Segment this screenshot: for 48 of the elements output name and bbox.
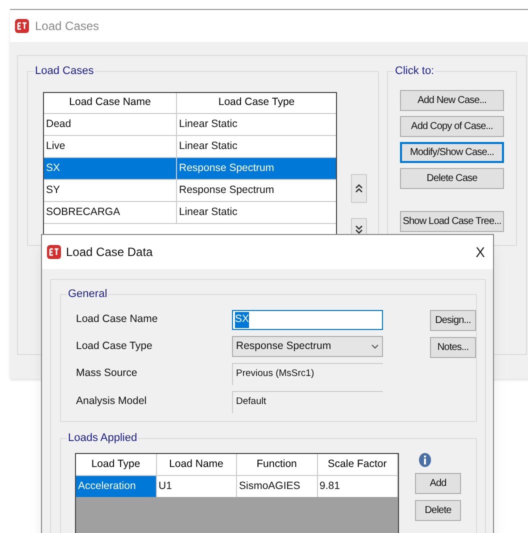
type-dropdown[interactable]: Response Spectrum bbox=[232, 336, 383, 357]
readonly-field: Previous (MsSrc1) bbox=[232, 363, 383, 385]
dialog-button[interactable]: Show Load Case Tree... bbox=[400, 211, 504, 232]
table-cell-text: Linear Static bbox=[178, 116, 238, 132]
table-row[interactable]: Dead Linear Static bbox=[44, 114, 336, 136]
chevron-down-icon bbox=[371, 344, 379, 349]
dialog-button[interactable]: Add bbox=[415, 473, 461, 494]
dialog-button[interactable]: Delete Case bbox=[400, 168, 504, 189]
table-row[interactable]: SX Response Spectrum bbox=[44, 158, 336, 180]
dialog-title: Load Case Data bbox=[66, 244, 153, 261]
table-cell: SOBRECARGA bbox=[44, 202, 177, 223]
group-label: Loads Applied bbox=[67, 431, 138, 445]
dialog-button[interactable]: Add Copy of Case... bbox=[400, 116, 504, 137]
table-cell-text: Response Spectrum bbox=[178, 182, 276, 198]
column-header: Load Case Name bbox=[44, 93, 177, 113]
double-chevron-up-icon bbox=[355, 184, 363, 193]
table-cell[interactable]: SismoAGIES bbox=[237, 476, 318, 497]
info-icon[interactable] bbox=[419, 453, 431, 467]
table-cell[interactable]: 9.81 bbox=[318, 476, 398, 497]
table-cell: SY bbox=[44, 180, 177, 201]
field-label: Analysis Model bbox=[75, 394, 148, 410]
table-cell: Live bbox=[44, 136, 177, 157]
double-chevron-down-icon bbox=[355, 225, 363, 234]
table-cell: SX bbox=[44, 158, 177, 179]
table-cell-text: Linear Static bbox=[178, 204, 238, 220]
table-cell[interactable]: U1 bbox=[156, 476, 237, 497]
table-row[interactable]: SOBRECARGA Linear Static bbox=[44, 202, 336, 224]
field-label: Load Case Name bbox=[75, 312, 159, 328]
name-input-field[interactable]: SX bbox=[232, 310, 383, 330]
column-header: Load Case Type bbox=[217, 95, 296, 110]
app-logo-icon bbox=[15, 19, 29, 33]
dialog-button[interactable]: Notes... bbox=[430, 337, 476, 358]
table-row[interactable]: SY Response Spectrum bbox=[44, 180, 336, 202]
dialog-button[interactable]: Modify/Show Case... bbox=[400, 142, 504, 163]
dialog-button[interactable]: Delete bbox=[415, 500, 461, 521]
app-logo-icon bbox=[47, 245, 61, 259]
dialog-button[interactable]: Design... bbox=[430, 310, 476, 331]
readonly-field: Default bbox=[232, 391, 383, 413]
field-label: Mass Source bbox=[75, 366, 138, 382]
table-cell-text: Linear Static bbox=[178, 138, 238, 154]
window-title: Load Cases bbox=[35, 18, 100, 35]
table-cell: Dead bbox=[44, 114, 177, 135]
close-button[interactable]: X bbox=[476, 242, 485, 262]
table-cell[interactable]: Acceleration bbox=[76, 476, 156, 497]
field-label: Load Case Type bbox=[75, 338, 154, 354]
dialog-button[interactable]: Add New Case... bbox=[400, 90, 504, 111]
table-cell-text: Response Spectrum bbox=[178, 160, 276, 176]
move-up-button[interactable] bbox=[351, 174, 367, 203]
